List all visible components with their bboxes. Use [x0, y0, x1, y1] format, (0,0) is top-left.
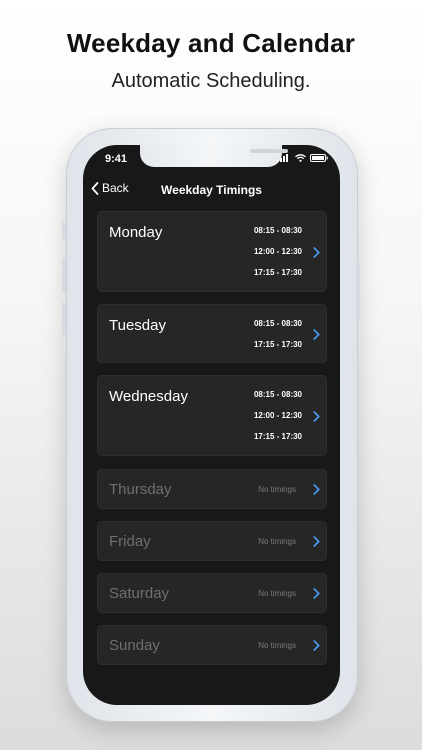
- day-row-friday[interactable]: Friday No timings: [97, 521, 327, 561]
- wifi-icon: [295, 154, 306, 162]
- marketing-headline: Weekday and Calendar: [66, 28, 356, 58]
- cellular-signal-icon: [277, 154, 288, 162]
- chevron-right-icon: [313, 588, 320, 599]
- timing-slot: 17:15 - 17:30: [253, 268, 302, 277]
- speaker-grille: [250, 149, 288, 153]
- battery-icon: [310, 154, 328, 162]
- chevron-right-icon: [313, 411, 320, 422]
- app-screen: 9:41 Back Weekday Timings Monday 08:15 -…: [83, 145, 340, 705]
- day-name: Thursday: [109, 481, 172, 498]
- chevron-right-icon: [313, 640, 320, 651]
- timings-list: 08:15 - 08:30 12:00 - 12:30 17:15 - 17:3…: [254, 390, 302, 453]
- notch: [140, 145, 288, 167]
- day-row-thursday[interactable]: Thursday No timings: [97, 469, 327, 509]
- day-row-saturday[interactable]: Saturday No timings: [97, 573, 327, 613]
- day-row-monday[interactable]: Monday 08:15 - 08:30 12:00 - 12:30 17:15…: [97, 211, 327, 292]
- timing-slot: 17:15 - 17:30: [253, 340, 302, 349]
- chevron-right-icon: [313, 536, 320, 547]
- timing-slot: 08:15 - 08:30: [253, 319, 302, 328]
- chevron-right-icon: [313, 247, 320, 258]
- timing-slot: 12:00 - 12:30: [253, 247, 302, 256]
- no-timings-label: No timings: [258, 641, 296, 650]
- status-icons: [277, 154, 328, 162]
- no-timings-label: No timings: [258, 537, 296, 546]
- timings-list: 08:15 - 08:30 17:15 - 17:30: [254, 319, 302, 361]
- timing-slot: 12:00 - 12:30: [253, 411, 302, 420]
- page-title: Weekday Timings: [161, 183, 262, 197]
- phone-power-button: [356, 262, 360, 318]
- day-name: Friday: [109, 533, 151, 550]
- timing-slot: 08:15 - 08:30: [253, 226, 302, 235]
- day-name: Tuesday: [109, 317, 166, 334]
- phone-side-button: [62, 222, 66, 240]
- no-timings-label: No timings: [258, 485, 296, 494]
- day-name: Wednesday: [109, 388, 188, 405]
- day-name: Monday: [109, 224, 163, 241]
- no-timings-label: No timings: [258, 589, 296, 598]
- chevron-right-icon: [313, 329, 320, 340]
- phone-volume-down-button: [62, 302, 66, 336]
- marketing-subheadline: Automatic Scheduling.: [111, 70, 311, 92]
- day-name: Saturday: [109, 585, 170, 602]
- timings-list: 08:15 - 08:30 12:00 - 12:30 17:15 - 17:3…: [254, 226, 302, 289]
- day-row-tuesday[interactable]: Tuesday 08:15 - 08:30 17:15 - 17:30: [97, 304, 327, 363]
- timing-slot: 08:15 - 08:30: [253, 390, 302, 399]
- phone-volume-up-button: [62, 258, 66, 292]
- timing-slot: 17:15 - 17:30: [253, 432, 302, 441]
- day-row-wednesday[interactable]: Wednesday 08:15 - 08:30 12:00 - 12:30 17…: [97, 375, 327, 456]
- chevron-right-icon: [313, 484, 320, 495]
- day-row-sunday[interactable]: Sunday No timings: [97, 625, 327, 665]
- day-name: Sunday: [109, 637, 160, 654]
- status-time: 9:41: [105, 153, 128, 165]
